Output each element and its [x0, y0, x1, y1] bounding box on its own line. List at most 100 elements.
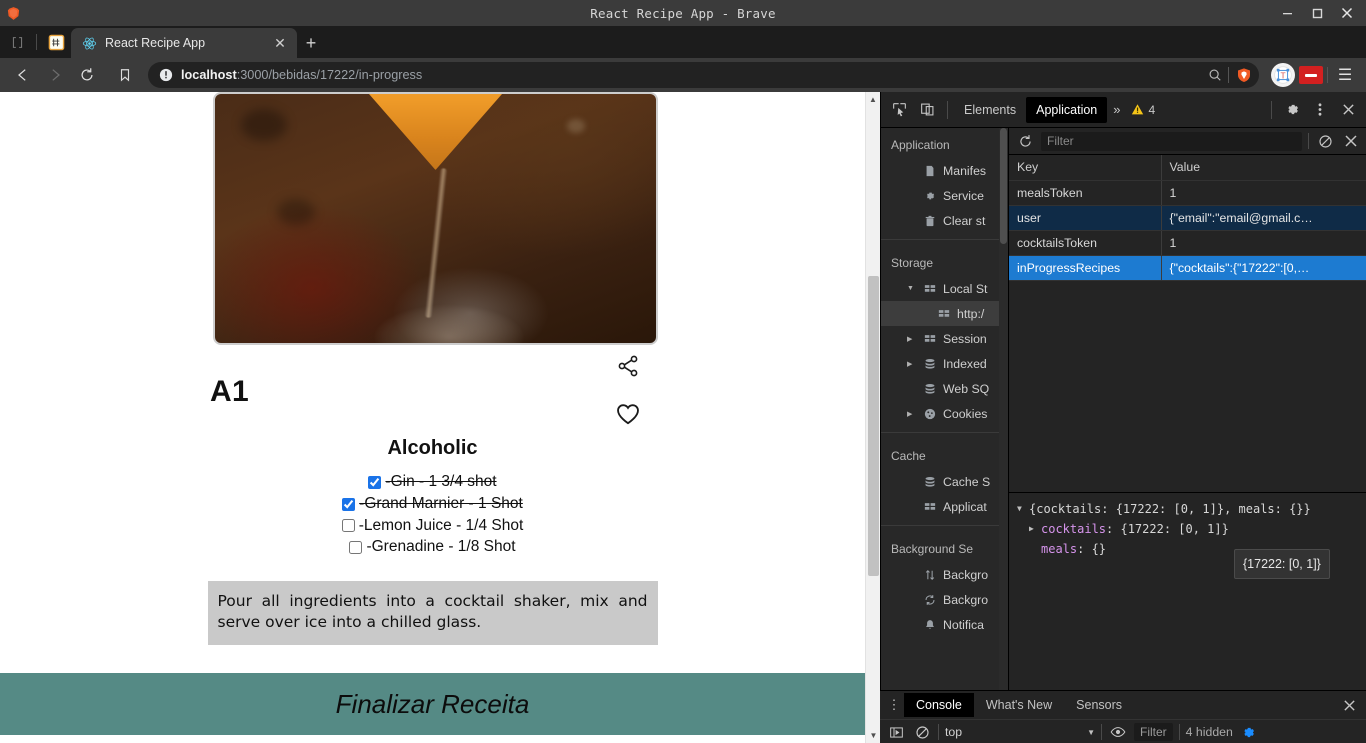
storage-key-cell[interactable]: mealsToken [1009, 180, 1162, 206]
back-button[interactable] [8, 60, 38, 90]
ingredient-item[interactable]: -Grenadine - 1/8 Shot [349, 537, 516, 558]
collapsed-triangle-icon[interactable]: ▶ [907, 360, 916, 368]
close-button[interactable] [1332, 0, 1362, 26]
execution-context-selector[interactable]: top ▼ [945, 725, 1095, 739]
collapse-triangle-icon[interactable]: ▶ [1029, 519, 1041, 539]
storage-value-cell[interactable]: 1 [1161, 230, 1366, 256]
zoom-icon[interactable] [1208, 68, 1222, 82]
sidebar-item-applicat[interactable]: Applicat [881, 494, 1008, 519]
storage-value-cell[interactable]: {"cocktails":{"17222":[0,… [1161, 255, 1366, 281]
column-header-key[interactable]: Key [1009, 155, 1162, 181]
database-icon [922, 476, 937, 488]
expand-triangle-icon[interactable]: ▼ [1017, 499, 1029, 519]
finish-recipe-button[interactable]: Finalizar Receita [0, 673, 865, 735]
pinned-tab-icon[interactable] [45, 31, 67, 53]
preview-root-line[interactable]: ▼ {cocktails: {17222: [0, 1]}, meals: {}… [1017, 499, 1366, 519]
ingredient-checkbox[interactable] [341, 519, 355, 533]
storage-value-cell[interactable]: {"email":"email@gmail.c… [1161, 205, 1366, 231]
url-host: localhost [181, 68, 237, 82]
sidebar-item-session[interactable]: ▶ Session [881, 326, 1008, 351]
more-tabs-icon[interactable]: » [1107, 102, 1126, 117]
scroll-down-arrow[interactable]: ▼ [866, 728, 881, 743]
close-devtools-icon[interactable] [1334, 96, 1362, 124]
device-toolbar-icon[interactable] [913, 96, 941, 124]
sidebar-item-service[interactable]: Service [881, 183, 1008, 208]
warning-count[interactable]: 4 [1127, 103, 1160, 117]
ingredient-checkbox[interactable] [342, 497, 356, 511]
ingredient-checkbox[interactable] [368, 475, 382, 489]
hidden-messages-label[interactable]: 4 hidden [1186, 725, 1233, 739]
sidebar-item-web-sq[interactable]: Web SQ [881, 376, 1008, 401]
bookmark-icon[interactable] [110, 60, 140, 90]
table-row[interactable]: mealsToken 1 [1009, 180, 1366, 206]
not-secure-icon[interactable] [158, 67, 174, 83]
gear-icon[interactable] [1278, 96, 1306, 124]
drawer-close-icon[interactable] [1336, 699, 1362, 712]
tab-application[interactable]: Application [1026, 96, 1108, 123]
sidebar-item-local-st[interactable]: ▼ Local St [881, 276, 1008, 301]
storage-key-cell[interactable]: user [1009, 205, 1162, 231]
delete-selected-icon[interactable] [1341, 131, 1361, 151]
table-row[interactable]: inProgressRecipes {"cocktails":{"17222":[… [1009, 255, 1366, 281]
table-row[interactable]: cocktailsToken 1 [1009, 230, 1366, 256]
inspect-element-icon[interactable] [885, 96, 913, 124]
sidebar-item-cookies[interactable]: ▶ Cookies [881, 401, 1008, 426]
sidebar-scrollbar[interactable] [999, 128, 1008, 690]
kebab-menu-icon[interactable] [1306, 96, 1334, 124]
extension-icon[interactable] [1299, 66, 1323, 84]
brave-shields-icon[interactable] [1235, 66, 1253, 84]
reload-button[interactable] [72, 60, 102, 90]
preview-cocktails-line[interactable]: ▶ cocktails : {17222: [0, 1]} [1017, 519, 1366, 539]
collapsed-triangle-icon[interactable]: ▶ [907, 410, 916, 418]
tab-console[interactable]: Console [904, 693, 974, 717]
ingredient-checkbox[interactable] [349, 541, 363, 554]
sidebar-item-manifes[interactable]: Manifes [881, 158, 1008, 183]
sidebar-item-cache-s[interactable]: Cache S [881, 469, 1008, 494]
tab-close-icon[interactable]: ✕ [271, 36, 289, 50]
sidebar-item-http[interactable]: http:/ [881, 301, 1008, 326]
collapsed-triangle-icon[interactable]: ▶ [907, 335, 916, 343]
storage-key-cell[interactable]: cocktailsToken [1009, 230, 1162, 256]
maximize-button[interactable] [1302, 0, 1332, 26]
ingredient-item[interactable]: -Gin - 1 3/4 shot [368, 472, 497, 493]
storage-filter-input[interactable] [1041, 131, 1302, 151]
sidebar-item-backgro[interactable]: Backgro [881, 587, 1008, 612]
tab-sensors[interactable]: Sensors [1064, 693, 1134, 717]
forward-button[interactable] [40, 60, 70, 90]
refresh-icon[interactable] [1015, 131, 1035, 151]
sidebar-item-indexed[interactable]: ▶ Indexed [881, 351, 1008, 376]
ingredient-item[interactable]: -Lemon Juice - 1/4 Shot [341, 516, 523, 537]
console-filter-input[interactable]: Filter [1134, 723, 1173, 741]
tab-elements[interactable]: Elements [954, 97, 1026, 123]
storage-value-cell[interactable]: 1 [1161, 180, 1366, 206]
expanded-triangle-icon[interactable]: ▼ [907, 285, 916, 292]
scroll-up-arrow[interactable]: ▲ [866, 92, 880, 107]
table-row[interactable]: user {"email":"email@gmail.c… [1009, 205, 1366, 231]
drawer-kebab-icon[interactable]: ⋮ [884, 697, 904, 713]
tab-whats-new[interactable]: What's New [974, 693, 1064, 717]
address-bar[interactable]: localhost:3000/bebidas/17222/in-progress [148, 62, 1259, 88]
share-icon[interactable] [613, 351, 643, 381]
ingredient-item[interactable]: -Grand Marnier - 1 Shot [342, 494, 523, 515]
sidebar-item-backgro[interactable]: Backgro [881, 562, 1008, 587]
sidebar-scrollbar-thumb[interactable] [1000, 128, 1007, 244]
sidebar-item-clear-st[interactable]: Clear st [881, 208, 1008, 233]
browser-menu-button[interactable]: ☰ [1332, 62, 1358, 88]
page-scrollbar-thumb[interactable] [868, 276, 879, 576]
console-settings-gear-icon[interactable] [1239, 722, 1259, 742]
profile-avatar[interactable]: T [1271, 63, 1295, 87]
new-tab-button[interactable]: + [297, 28, 325, 58]
vertical-tabs-icon[interactable] [6, 31, 28, 53]
sidebar-item-notifica[interactable]: Notifica [881, 612, 1008, 637]
no-entry-icon[interactable] [1315, 131, 1335, 151]
column-header-value[interactable]: Value [1161, 155, 1366, 181]
heart-outline-icon[interactable] [613, 399, 643, 429]
application-sidebar[interactable]: Application Manifes Service Clear st Storag… [881, 128, 1009, 690]
eye-icon[interactable] [1108, 722, 1128, 742]
storage-key-cell[interactable]: inProgressRecipes [1009, 255, 1162, 281]
page-scrollbar[interactable]: ▲ ▼ [865, 92, 880, 743]
browser-tab[interactable]: React Recipe App ✕ [71, 28, 297, 58]
clear-console-icon[interactable] [912, 722, 932, 742]
minimize-button[interactable] [1272, 0, 1302, 26]
console-sidebar-icon[interactable] [886, 722, 906, 742]
